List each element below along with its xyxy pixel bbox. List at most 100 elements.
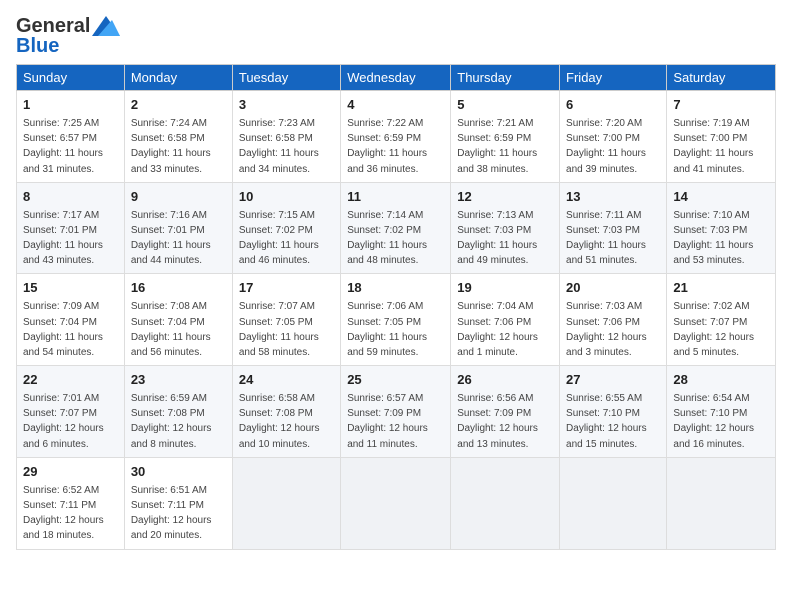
day-number: 27	[566, 371, 660, 390]
day-info: Sunrise: 7:02 AMSunset: 7:07 PMDaylight:…	[673, 301, 754, 358]
calendar-cell: 17 Sunrise: 7:07 AMSunset: 7:05 PMDaylig…	[232, 274, 340, 366]
calendar-week-2: 8 Sunrise: 7:17 AMSunset: 7:01 PMDayligh…	[17, 182, 776, 274]
weekday-header-monday: Monday	[124, 65, 232, 91]
day-info: Sunrise: 7:25 AMSunset: 6:57 PMDaylight:…	[23, 118, 103, 175]
day-info: Sunrise: 7:01 AMSunset: 7:07 PMDaylight:…	[23, 393, 104, 450]
weekday-header-sunday: Sunday	[17, 65, 125, 91]
day-number: 15	[23, 279, 118, 298]
day-info: Sunrise: 7:22 AMSunset: 6:59 PMDaylight:…	[347, 118, 427, 175]
day-info: Sunrise: 6:56 AMSunset: 7:09 PMDaylight:…	[457, 393, 538, 450]
calendar-cell: 28 Sunrise: 6:54 AMSunset: 7:10 PMDaylig…	[667, 366, 776, 458]
day-number: 22	[23, 371, 118, 390]
day-number: 11	[347, 188, 444, 207]
calendar-cell: 13 Sunrise: 7:11 AMSunset: 7:03 PMDaylig…	[560, 182, 667, 274]
day-info: Sunrise: 7:03 AMSunset: 7:06 PMDaylight:…	[566, 301, 647, 358]
calendar-cell: 8 Sunrise: 7:17 AMSunset: 7:01 PMDayligh…	[17, 182, 125, 274]
day-info: Sunrise: 7:07 AMSunset: 7:05 PMDaylight:…	[239, 301, 319, 358]
day-number: 6	[566, 96, 660, 115]
day-info: Sunrise: 7:08 AMSunset: 7:04 PMDaylight:…	[131, 301, 211, 358]
day-number: 26	[457, 371, 553, 390]
day-number: 19	[457, 279, 553, 298]
calendar-cell: 11 Sunrise: 7:14 AMSunset: 7:02 PMDaylig…	[341, 182, 451, 274]
calendar-week-5: 29 Sunrise: 6:52 AMSunset: 7:11 PMDaylig…	[17, 457, 776, 549]
calendar-cell: 15 Sunrise: 7:09 AMSunset: 7:04 PMDaylig…	[17, 274, 125, 366]
calendar-cell: 6 Sunrise: 7:20 AMSunset: 7:00 PMDayligh…	[560, 91, 667, 183]
day-info: Sunrise: 7:24 AMSunset: 6:58 PMDaylight:…	[131, 118, 211, 175]
day-info: Sunrise: 6:58 AMSunset: 7:08 PMDaylight:…	[239, 393, 320, 450]
calendar-cell	[560, 457, 667, 549]
calendar-week-1: 1 Sunrise: 7:25 AMSunset: 6:57 PMDayligh…	[17, 91, 776, 183]
day-number: 4	[347, 96, 444, 115]
calendar-week-4: 22 Sunrise: 7:01 AMSunset: 7:07 PMDaylig…	[17, 366, 776, 458]
calendar-cell: 12 Sunrise: 7:13 AMSunset: 7:03 PMDaylig…	[451, 182, 560, 274]
day-info: Sunrise: 7:13 AMSunset: 7:03 PMDaylight:…	[457, 210, 537, 267]
day-number: 14	[673, 188, 769, 207]
day-info: Sunrise: 7:21 AMSunset: 6:59 PMDaylight:…	[457, 118, 537, 175]
day-number: 30	[131, 463, 226, 482]
day-info: Sunrise: 6:51 AMSunset: 7:11 PMDaylight:…	[131, 485, 212, 542]
day-number: 9	[131, 188, 226, 207]
calendar-cell: 16 Sunrise: 7:08 AMSunset: 7:04 PMDaylig…	[124, 274, 232, 366]
calendar-cell	[232, 457, 340, 549]
weekday-header-friday: Friday	[560, 65, 667, 91]
day-info: Sunrise: 7:17 AMSunset: 7:01 PMDaylight:…	[23, 210, 103, 267]
calendar-cell: 24 Sunrise: 6:58 AMSunset: 7:08 PMDaylig…	[232, 366, 340, 458]
day-number: 8	[23, 188, 118, 207]
calendar-cell: 1 Sunrise: 7:25 AMSunset: 6:57 PMDayligh…	[17, 91, 125, 183]
calendar-cell: 21 Sunrise: 7:02 AMSunset: 7:07 PMDaylig…	[667, 274, 776, 366]
day-number: 24	[239, 371, 334, 390]
day-info: Sunrise: 7:09 AMSunset: 7:04 PMDaylight:…	[23, 301, 103, 358]
day-info: Sunrise: 7:14 AMSunset: 7:02 PMDaylight:…	[347, 210, 427, 267]
logo-icon	[92, 16, 120, 36]
calendar-cell: 3 Sunrise: 7:23 AMSunset: 6:58 PMDayligh…	[232, 91, 340, 183]
calendar-cell: 25 Sunrise: 6:57 AMSunset: 7:09 PMDaylig…	[341, 366, 451, 458]
day-number: 5	[457, 96, 553, 115]
calendar-cell: 9 Sunrise: 7:16 AMSunset: 7:01 PMDayligh…	[124, 182, 232, 274]
calendar-cell: 2 Sunrise: 7:24 AMSunset: 6:58 PMDayligh…	[124, 91, 232, 183]
calendar-cell: 27 Sunrise: 6:55 AMSunset: 7:10 PMDaylig…	[560, 366, 667, 458]
day-number: 7	[673, 96, 769, 115]
day-info: Sunrise: 6:54 AMSunset: 7:10 PMDaylight:…	[673, 393, 754, 450]
day-number: 21	[673, 279, 769, 298]
logo-blue: Blue	[16, 36, 59, 56]
calendar-cell: 30 Sunrise: 6:51 AMSunset: 7:11 PMDaylig…	[124, 457, 232, 549]
day-info: Sunrise: 7:16 AMSunset: 7:01 PMDaylight:…	[131, 210, 211, 267]
day-number: 3	[239, 96, 334, 115]
logo-general: General	[16, 16, 90, 36]
calendar-cell	[341, 457, 451, 549]
day-number: 12	[457, 188, 553, 207]
calendar-cell: 4 Sunrise: 7:22 AMSunset: 6:59 PMDayligh…	[341, 91, 451, 183]
calendar-cell: 14 Sunrise: 7:10 AMSunset: 7:03 PMDaylig…	[667, 182, 776, 274]
day-info: Sunrise: 7:19 AMSunset: 7:00 PMDaylight:…	[673, 118, 753, 175]
day-info: Sunrise: 7:15 AMSunset: 7:02 PMDaylight:…	[239, 210, 319, 267]
calendar-cell: 29 Sunrise: 6:52 AMSunset: 7:11 PMDaylig…	[17, 457, 125, 549]
day-number: 25	[347, 371, 444, 390]
calendar-cell: 20 Sunrise: 7:03 AMSunset: 7:06 PMDaylig…	[560, 274, 667, 366]
day-number: 10	[239, 188, 334, 207]
weekday-header-wednesday: Wednesday	[341, 65, 451, 91]
day-info: Sunrise: 6:59 AMSunset: 7:08 PMDaylight:…	[131, 393, 212, 450]
calendar-cell: 5 Sunrise: 7:21 AMSunset: 6:59 PMDayligh…	[451, 91, 560, 183]
day-number: 23	[131, 371, 226, 390]
calendar-week-3: 15 Sunrise: 7:09 AMSunset: 7:04 PMDaylig…	[17, 274, 776, 366]
logo: General Blue	[16, 16, 120, 56]
day-info: Sunrise: 7:11 AMSunset: 7:03 PMDaylight:…	[566, 210, 646, 267]
day-number: 20	[566, 279, 660, 298]
day-info: Sunrise: 7:06 AMSunset: 7:05 PMDaylight:…	[347, 301, 427, 358]
day-info: Sunrise: 6:52 AMSunset: 7:11 PMDaylight:…	[23, 485, 104, 542]
day-info: Sunrise: 6:55 AMSunset: 7:10 PMDaylight:…	[566, 393, 647, 450]
calendar-cell: 19 Sunrise: 7:04 AMSunset: 7:06 PMDaylig…	[451, 274, 560, 366]
calendar-cell: 18 Sunrise: 7:06 AMSunset: 7:05 PMDaylig…	[341, 274, 451, 366]
day-number: 18	[347, 279, 444, 298]
day-info: Sunrise: 6:57 AMSunset: 7:09 PMDaylight:…	[347, 393, 428, 450]
weekday-header-tuesday: Tuesday	[232, 65, 340, 91]
day-number: 28	[673, 371, 769, 390]
day-number: 1	[23, 96, 118, 115]
calendar-cell: 26 Sunrise: 6:56 AMSunset: 7:09 PMDaylig…	[451, 366, 560, 458]
calendar-cell: 10 Sunrise: 7:15 AMSunset: 7:02 PMDaylig…	[232, 182, 340, 274]
day-info: Sunrise: 7:04 AMSunset: 7:06 PMDaylight:…	[457, 301, 538, 358]
day-number: 29	[23, 463, 118, 482]
day-info: Sunrise: 7:20 AMSunset: 7:00 PMDaylight:…	[566, 118, 646, 175]
calendar-table: SundayMondayTuesdayWednesdayThursdayFrid…	[16, 64, 776, 550]
calendar-cell	[667, 457, 776, 549]
